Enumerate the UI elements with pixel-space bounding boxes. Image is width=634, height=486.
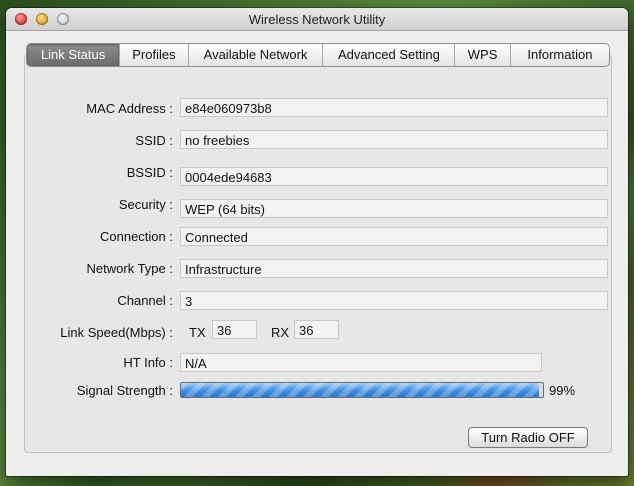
- title-bar[interactable]: Wireless Network Utility: [6, 8, 628, 31]
- rx-label: RX: [271, 325, 290, 340]
- network-type-field: Infrastructure: [180, 259, 608, 278]
- bssid-label: BSSID :: [126, 165, 173, 180]
- tab-bar: Link Status Profiles Available Network A…: [26, 43, 610, 67]
- tx-speed-field: 36: [212, 320, 257, 339]
- mac-address-field: e84e060973b8: [180, 98, 608, 117]
- signal-strength-percent: 99%: [549, 383, 576, 398]
- tab-information[interactable]: Information: [511, 44, 609, 66]
- ssid-field: no freebies: [180, 130, 608, 149]
- ht-info-label: HT Info :: [123, 355, 173, 370]
- tab-available-network[interactable]: Available Network: [189, 44, 324, 66]
- turn-radio-off-button[interactable]: Turn Radio OFF: [468, 427, 588, 448]
- app-window: Wireless Network Utility MAC Address : e…: [6, 8, 628, 476]
- mac-address-label: MAC Address :: [86, 101, 173, 116]
- signal-strength-fill: [181, 383, 540, 397]
- tab-advanced-setting[interactable]: Advanced Setting: [323, 44, 456, 66]
- tab-profiles[interactable]: Profiles: [120, 44, 189, 66]
- ssid-label: SSID :: [135, 133, 173, 148]
- ht-info-field: N/A: [180, 353, 542, 372]
- link-speed-label: Link Speed(Mbps) :: [60, 325, 173, 340]
- bssid-field: 0004ede94683: [180, 167, 608, 186]
- signal-strength-label: Signal Strength :: [76, 383, 173, 398]
- security-field: WEP (64 bits): [180, 199, 608, 218]
- signal-strength-bar: [180, 382, 544, 398]
- security-label: Security :: [118, 197, 173, 212]
- link-status-panel: MAC Address : e84e060973b8 SSID : no fre…: [24, 54, 612, 453]
- network-type-label: Network Type :: [86, 261, 173, 276]
- rx-speed-field: 36: [294, 320, 339, 339]
- channel-label: Channel :: [117, 293, 173, 308]
- tab-link-status[interactable]: Link Status: [27, 44, 121, 66]
- tab-wps[interactable]: WPS: [455, 44, 511, 66]
- connection-label: Connection :: [100, 229, 173, 244]
- tx-label: TX: [189, 325, 206, 340]
- connection-field: Connected: [180, 227, 608, 246]
- window-title: Wireless Network Utility: [248, 12, 386, 27]
- channel-field: 3: [180, 291, 608, 310]
